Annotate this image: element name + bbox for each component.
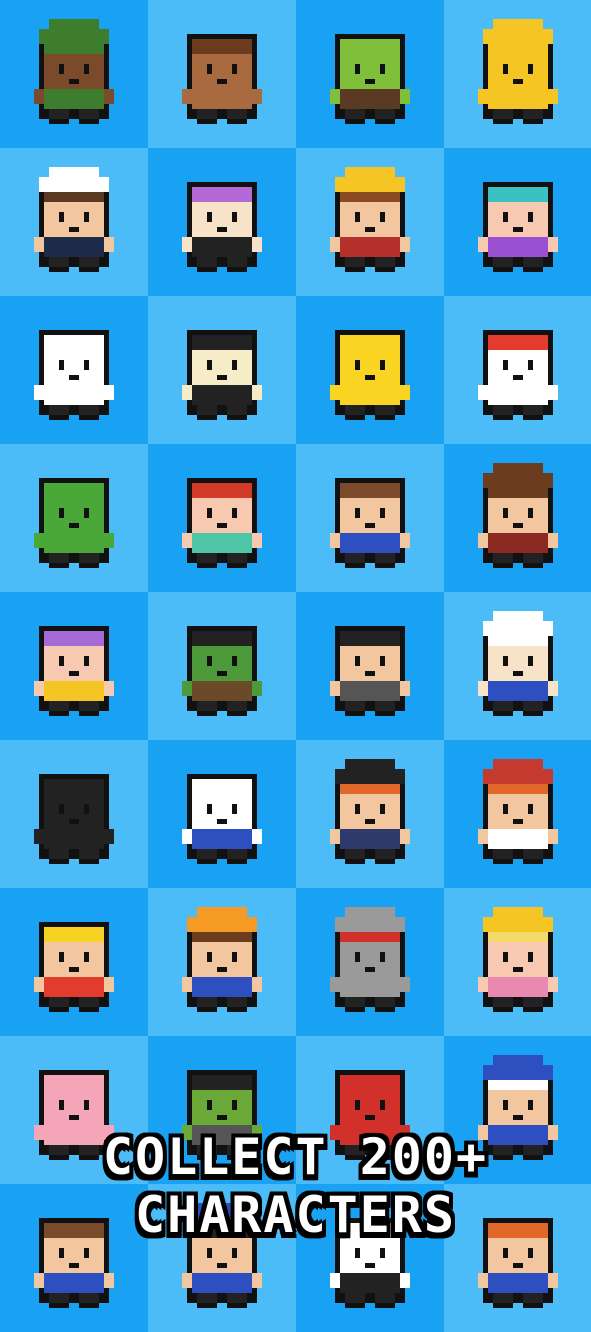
character-tile-businessman[interactable] — [296, 444, 444, 592]
character-tile-king[interactable] — [296, 148, 444, 296]
blonde-kid-sprite-icon — [34, 922, 114, 1012]
snowman-sprite-icon — [34, 330, 114, 420]
character-tile-frankenstein[interactable] — [148, 592, 296, 740]
teal-hair-girl-sprite-icon — [478, 182, 558, 272]
character-tile-mermaid[interactable] — [148, 444, 296, 592]
character-tile-princess[interactable] — [444, 888, 591, 1036]
character-tile-chicken[interactable] — [444, 296, 591, 444]
character-tile-builder[interactable] — [148, 888, 296, 1036]
character-grid — [0, 0, 591, 1332]
character-tile-alien-fly[interactable] — [0, 444, 148, 592]
cowboy-sprite-icon — [34, 167, 114, 272]
chicken-sprite-icon — [478, 330, 558, 420]
aviator-sprite-icon — [478, 463, 558, 568]
character-tile-goblin[interactable] — [296, 0, 444, 148]
character-tile-cowboy[interactable] — [0, 148, 148, 296]
character-tile-blonde-kid[interactable] — [0, 888, 148, 1036]
character-tile-sailor[interactable] — [444, 740, 591, 888]
character-tile-yellow-ranger[interactable] — [444, 0, 591, 148]
character-tile-horse[interactable] — [148, 0, 296, 148]
character-tile-police[interactable] — [148, 1184, 296, 1332]
character-tile-zombie[interactable] — [148, 1036, 296, 1184]
ninja-sprite-icon — [34, 774, 114, 864]
alien-fly-sprite-icon — [34, 478, 114, 568]
character-tile-teal-hair-girl[interactable] — [444, 148, 591, 296]
captain-sprite-icon — [478, 611, 558, 716]
builder-sprite-icon — [182, 907, 262, 1012]
horse-sprite-icon — [182, 34, 262, 124]
character-tile-purple-hair-kid[interactable] — [0, 592, 148, 740]
character-tile-punk[interactable] — [148, 148, 296, 296]
yellow-ranger-sprite-icon — [478, 19, 558, 124]
brown-hair-kid-sprite-icon — [34, 1218, 114, 1308]
businessman-sprite-icon — [330, 478, 410, 568]
character-tile-soldier[interactable] — [0, 0, 148, 148]
goblin-sprite-icon — [330, 34, 410, 124]
character-tile-aviator[interactable] — [444, 444, 591, 592]
frankenstein-sprite-icon — [182, 626, 262, 716]
character-tile-snowman[interactable] — [0, 296, 148, 444]
character-tile-wizard[interactable] — [444, 1036, 591, 1184]
knight-sprite-icon — [330, 907, 410, 1012]
character-tile-duck[interactable] — [296, 296, 444, 444]
zombie-sprite-icon — [182, 1070, 262, 1160]
character-tile-brown-hair-kid[interactable] — [0, 1184, 148, 1332]
sailor-sprite-icon — [478, 759, 558, 864]
skull-sprite-icon — [330, 1218, 410, 1308]
duck-sprite-icon — [330, 330, 410, 420]
character-tile-pirate[interactable] — [296, 740, 444, 888]
character-tile-eyeball[interactable] — [148, 740, 296, 888]
character-tile-captain[interactable] — [444, 592, 591, 740]
mermaid-sprite-icon — [182, 478, 262, 568]
character-tile-pig[interactable] — [0, 1036, 148, 1184]
character-tile-ninja[interactable] — [0, 740, 148, 888]
pig-sprite-icon — [34, 1070, 114, 1160]
redhead-sprite-icon — [478, 1218, 558, 1308]
vampire-sprite-icon — [182, 330, 262, 420]
police-sprite-icon — [182, 1203, 262, 1308]
character-tile-redhead[interactable] — [444, 1184, 591, 1332]
eyeball-sprite-icon — [182, 774, 262, 864]
agent-sprite-icon — [330, 626, 410, 716]
soldier-sprite-icon — [34, 19, 114, 124]
devil-sprite-icon — [330, 1070, 410, 1160]
wizard-sprite-icon — [478, 1055, 558, 1160]
character-tile-vampire[interactable] — [148, 296, 296, 444]
character-tile-devil[interactable] — [296, 1036, 444, 1184]
character-tile-skull[interactable] — [296, 1184, 444, 1332]
princess-sprite-icon — [478, 907, 558, 1012]
punk-sprite-icon — [182, 182, 262, 272]
king-sprite-icon — [330, 167, 410, 272]
character-tile-agent[interactable] — [296, 592, 444, 740]
character-tile-knight[interactable] — [296, 888, 444, 1036]
pirate-sprite-icon — [330, 759, 410, 864]
purple-hair-kid-sprite-icon — [34, 626, 114, 716]
